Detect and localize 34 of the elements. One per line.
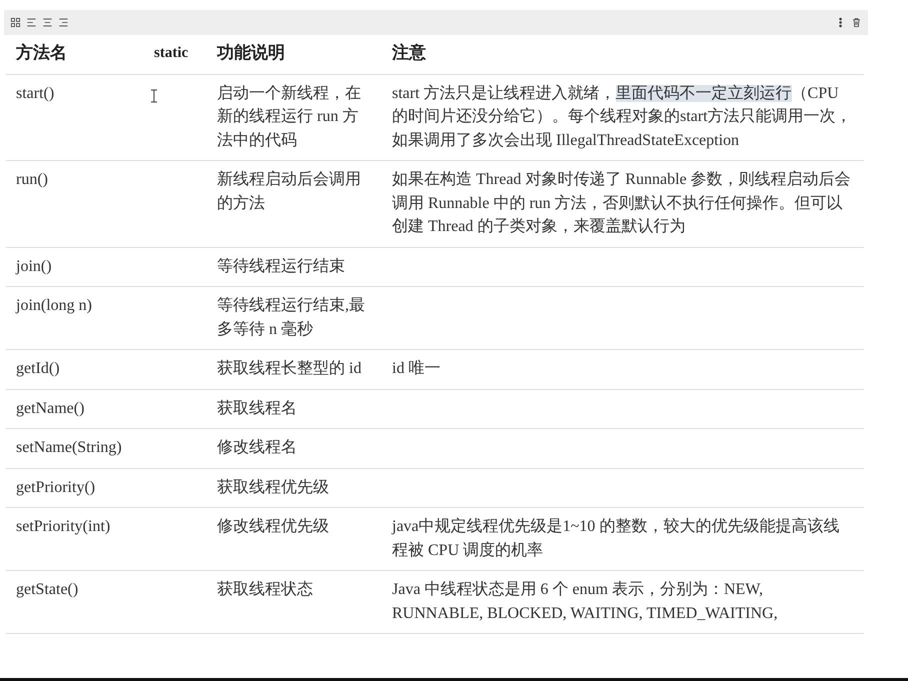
table-cell: 新线程启动后会调用的方法 <box>207 160 382 247</box>
table-cell-text: start 方法只是让线程进入就绪，里面代码不一定立刻运行（CPU 的时间片还没分给它）。每个线程对象的start方法只能调用一次，如果调用了多次会出现 IllegalThreadStateException <box>392 84 853 150</box>
table-cell: 获取线程长整型的 id <box>207 350 382 389</box>
align-left-icon[interactable] <box>26 17 37 28</box>
table-cell: 获取线程状态 <box>207 570 382 634</box>
trash-icon[interactable] <box>851 17 862 28</box>
table-cell: 启动一个新线程，在新的线程运行 run 方法中的代码 <box>207 74 382 160</box>
column-header: 注意 <box>382 35 864 74</box>
table-cell: 等待线程运行结束 <box>207 247 382 286</box>
table-cell: getState() <box>6 570 150 634</box>
table-cell: join() <box>6 247 150 286</box>
table-cell: getId() <box>6 350 150 389</box>
table-cell: 修改线程优先级 <box>207 508 382 570</box>
align-center-icon[interactable] <box>42 17 53 28</box>
table-cell: getName() <box>6 389 150 428</box>
column-header: 方法名 <box>6 35 150 74</box>
table-cell: 获取线程优先级 <box>207 468 382 508</box>
table-cell-text: Java 中线程状态是用 6 个 enum 表示，分别为：NEW, RUNNABLE, BLOCKED, WAITING, TIMED_WAITING, <box>392 580 779 624</box>
grid-icon[interactable] <box>10 17 21 28</box>
table-cell-text: id 唯一 <box>392 358 442 379</box>
table-cell: setName(String) <box>6 428 150 468</box>
column-header: static <box>150 35 207 74</box>
table-cell-text: 如果在构造 Thread 对象时传递了 Runnable 参数，则线程启动后会调用 Runnable 中的 run 方法，否则默认不执行任何操作。但可以创建 Thread 的子类对象，来覆盖默认行为 <box>392 170 852 237</box>
table-cell: 获取线程名 <box>207 389 382 428</box>
table-cell: join(long n) <box>6 286 150 350</box>
table-cell: setPriority(int) <box>6 508 150 570</box>
table-cell: 修改线程名 <box>207 428 382 468</box>
table-cell: run() <box>6 160 150 247</box>
table-cell: getPriority() <box>6 468 150 508</box>
align-right-icon[interactable] <box>58 17 69 28</box>
table-cell: start() <box>6 74 150 160</box>
column-header: 功能说明 <box>207 35 382 74</box>
table-cell: 等待线程运行结束,最多等待 n 毫秒 <box>207 286 382 350</box>
table-cell-text: java中规定线程优先级是1~10 的整数，较大的优先级能提高该线程被 CPU 调度的机率 <box>392 516 840 560</box>
